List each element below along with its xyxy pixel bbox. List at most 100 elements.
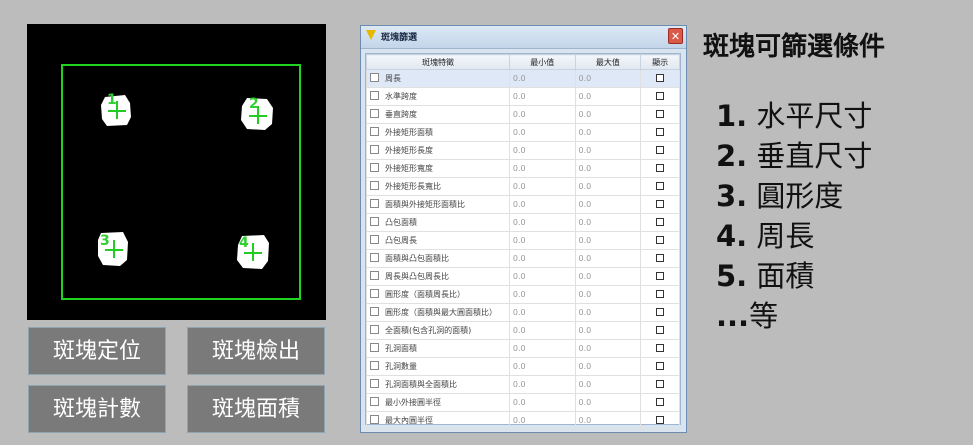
max-value-cell[interactable]: 0.0 [574, 231, 642, 250]
min-value-cell[interactable]: 0.0 [508, 177, 576, 196]
feature-checkbox[interactable] [370, 361, 379, 370]
table-row[interactable]: 垂直跨度 0.0 0.0 [366, 105, 680, 124]
max-value-cell[interactable]: 0.0 [574, 87, 642, 106]
display-checkbox[interactable] [656, 253, 665, 262]
column-header-min[interactable]: 最小值 [508, 54, 576, 70]
max-value-cell[interactable]: 0.0 [574, 69, 642, 88]
feature-checkbox[interactable] [370, 397, 379, 406]
max-value-cell[interactable]: 0.0 [574, 411, 642, 430]
feature-cell[interactable]: 水準跨度 [366, 87, 510, 106]
close-button[interactable]: ✕ [668, 28, 683, 44]
max-value-cell[interactable]: 0.0 [574, 285, 642, 304]
feature-cell[interactable]: 周長與凸包周長比 [366, 267, 510, 286]
display-cell[interactable] [640, 177, 680, 196]
table-row[interactable]: 周長 0.0 0.0 [366, 69, 680, 88]
display-cell[interactable] [640, 249, 680, 268]
min-value-cell[interactable]: 0.0 [508, 69, 576, 88]
min-value-cell[interactable]: 0.0 [508, 357, 576, 376]
dialog-titlebar[interactable]: 斑塊篩選 ✕ [361, 26, 686, 49]
display-cell[interactable] [640, 231, 680, 250]
display-cell[interactable] [640, 339, 680, 358]
feature-cell[interactable]: 面積與凸包面積比 [366, 249, 510, 268]
feature-checkbox[interactable] [370, 289, 379, 298]
feature-checkbox[interactable] [370, 145, 379, 154]
min-value-cell[interactable]: 0.0 [508, 249, 576, 268]
min-value-cell[interactable]: 0.0 [508, 195, 576, 214]
blob-detect-button[interactable]: 斑塊檢出 [187, 327, 325, 375]
column-header-feature[interactable]: 斑塊特徵 [366, 54, 510, 70]
table-row[interactable]: 孔洞數量 0.0 0.0 [366, 357, 680, 376]
display-checkbox[interactable] [656, 199, 665, 208]
feature-checkbox[interactable] [370, 91, 379, 100]
display-cell[interactable] [640, 195, 680, 214]
table-row[interactable]: 外接矩形寬度 0.0 0.0 [366, 159, 680, 178]
feature-checkbox[interactable] [370, 199, 379, 208]
feature-checkbox[interactable] [370, 271, 379, 280]
table-row[interactable]: 凸包周長 0.0 0.0 [366, 231, 680, 250]
display-checkbox[interactable] [656, 415, 665, 424]
min-value-cell[interactable]: 0.0 [508, 123, 576, 142]
display-cell[interactable] [640, 105, 680, 124]
table-row[interactable]: 外接矩形面積 0.0 0.0 [366, 123, 680, 142]
max-value-cell[interactable]: 0.0 [574, 249, 642, 268]
feature-cell[interactable]: 面積與外接矩形面積比 [366, 195, 510, 214]
min-value-cell[interactable]: 0.0 [508, 87, 576, 106]
max-value-cell[interactable]: 0.0 [574, 321, 642, 340]
min-value-cell[interactable]: 0.0 [508, 285, 576, 304]
table-row[interactable]: 外接矩形長寬比 0.0 0.0 [366, 177, 680, 196]
display-checkbox[interactable] [656, 361, 665, 370]
display-checkbox[interactable] [656, 235, 665, 244]
max-value-cell[interactable]: 0.0 [574, 159, 642, 178]
min-value-cell[interactable]: 0.0 [508, 321, 576, 340]
feature-cell[interactable]: 凸包面積 [366, 213, 510, 232]
feature-cell[interactable]: 外接矩形面積 [366, 123, 510, 142]
feature-cell[interactable]: 孔洞面積 [366, 339, 510, 358]
max-value-cell[interactable]: 0.0 [574, 105, 642, 124]
display-cell[interactable] [640, 321, 680, 340]
feature-cell[interactable]: 孔洞數量 [366, 357, 510, 376]
feature-cell[interactable]: 外接矩形長寬比 [366, 177, 510, 196]
display-cell[interactable] [640, 375, 680, 394]
blob-area-button[interactable]: 斑塊面積 [187, 385, 325, 433]
display-checkbox[interactable] [656, 271, 665, 280]
display-cell[interactable] [640, 411, 680, 430]
display-checkbox[interactable] [656, 289, 665, 298]
max-value-cell[interactable]: 0.0 [574, 339, 642, 358]
min-value-cell[interactable]: 0.0 [508, 105, 576, 124]
min-value-cell[interactable]: 0.0 [508, 267, 576, 286]
feature-cell[interactable]: 凸包周長 [366, 231, 510, 250]
feature-cell[interactable]: 圓形度（面積周長比） [366, 285, 510, 304]
max-value-cell[interactable]: 0.0 [574, 393, 642, 412]
min-value-cell[interactable]: 0.0 [508, 393, 576, 412]
display-cell[interactable] [640, 357, 680, 376]
display-checkbox[interactable] [656, 217, 665, 226]
display-cell[interactable] [640, 123, 680, 142]
table-row[interactable]: 周長與凸包周長比 0.0 0.0 [366, 267, 680, 286]
table-row[interactable]: 圓形度（面積與最大圓面積比） 0.0 0.0 [366, 303, 680, 322]
display-checkbox[interactable] [656, 109, 665, 118]
min-value-cell[interactable]: 0.0 [508, 231, 576, 250]
feature-cell[interactable]: 周長 [366, 69, 510, 88]
display-cell[interactable] [640, 303, 680, 322]
max-value-cell[interactable]: 0.0 [574, 141, 642, 160]
feature-checkbox[interactable] [370, 253, 379, 262]
table-row[interactable]: 圓形度（面積周長比） 0.0 0.0 [366, 285, 680, 304]
feature-checkbox[interactable] [370, 307, 379, 316]
feature-cell[interactable]: 最小外接圓半徑 [366, 393, 510, 412]
display-cell[interactable] [640, 393, 680, 412]
feature-checkbox[interactable] [370, 379, 379, 388]
display-checkbox[interactable] [656, 397, 665, 406]
display-cell[interactable] [640, 285, 680, 304]
min-value-cell[interactable]: 0.0 [508, 375, 576, 394]
max-value-cell[interactable]: 0.0 [574, 303, 642, 322]
max-value-cell[interactable]: 0.0 [574, 267, 642, 286]
feature-cell[interactable]: 外接矩形長度 [366, 141, 510, 160]
feature-cell[interactable]: 圓形度（面積與最大圓面積比） [366, 303, 510, 322]
feature-checkbox[interactable] [370, 127, 379, 136]
display-checkbox[interactable] [656, 127, 665, 136]
feature-cell[interactable]: 全面積(包含孔洞的面積) [366, 321, 510, 340]
max-value-cell[interactable]: 0.0 [574, 357, 642, 376]
display-cell[interactable] [640, 159, 680, 178]
table-row[interactable]: 外接矩形長度 0.0 0.0 [366, 141, 680, 160]
min-value-cell[interactable]: 0.0 [508, 141, 576, 160]
